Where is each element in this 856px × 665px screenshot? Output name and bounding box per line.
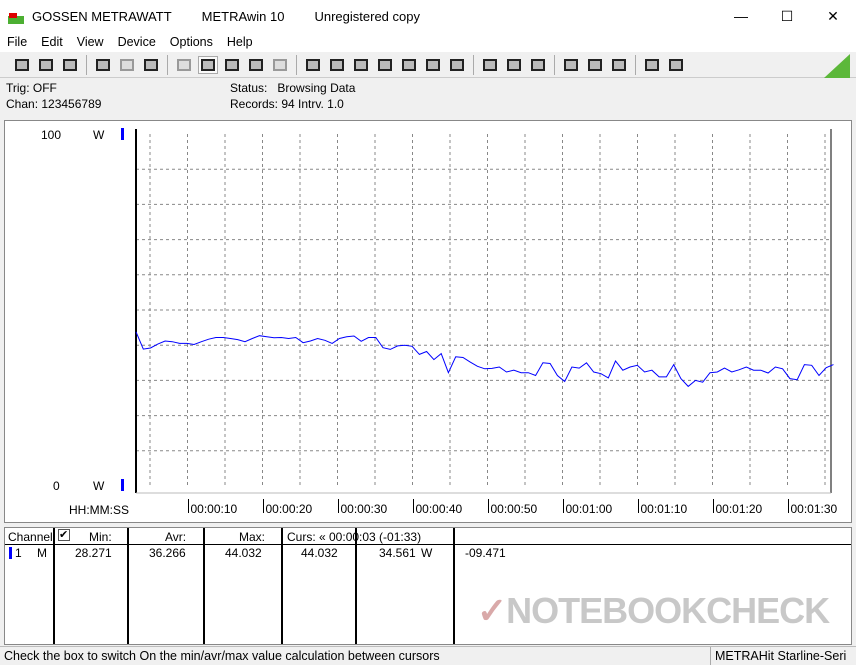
x-tick-label: 00:00:30 — [341, 502, 388, 516]
avr-value: 36.266 — [149, 546, 186, 560]
toolbar-separator — [554, 54, 555, 75]
import-icon[interactable] — [327, 56, 347, 74]
cursor-diff-value: -09.471 — [465, 546, 506, 560]
registration-title: Unregistered copy — [314, 8, 420, 24]
numeric-view-icon[interactable] — [174, 56, 194, 74]
transfer-icon[interactable] — [303, 56, 323, 74]
save-as-icon[interactable] — [36, 56, 56, 74]
menu-help[interactable]: Help — [220, 35, 260, 49]
chart-area[interactable]: 100 W 0 W HH:MM:SS 00:00:10 00:00:20 00:00… — [4, 120, 852, 523]
app-title: METRAwin 10 — [201, 8, 285, 24]
open-icon[interactable] — [60, 56, 80, 74]
cursor-unit: W — [421, 546, 433, 560]
channel-number: 1 — [15, 546, 22, 560]
header-channel: Channel: — [8, 530, 57, 544]
x-tick-label: 00:00:10 — [191, 502, 238, 516]
channel-table: Channel: ✔ Min: Avr: Max: Curs: « 00:00:… — [4, 527, 852, 645]
menu-edit[interactable]: Edit — [34, 35, 70, 49]
cursor2-value: 34.561 — [379, 546, 416, 560]
monitor-icon[interactable] — [375, 56, 395, 74]
menu-file[interactable]: File — [0, 35, 34, 49]
x-tick-label: 00:00:50 — [491, 502, 538, 516]
records-text: Records: 94 Intrv. 1.0 — [230, 97, 344, 111]
channel-color-marker — [9, 547, 12, 559]
channel-mode: M — [37, 546, 47, 560]
header-cursor: Curs: « 00:00:03 (-01:33) — [287, 530, 422, 544]
x-tick-label: 00:00:40 — [416, 502, 463, 516]
save-icon[interactable] — [12, 56, 32, 74]
chart-view-icon[interactable] — [198, 55, 218, 74]
waveform-icon[interactable] — [447, 56, 467, 74]
cursor-zoom-icon[interactable] — [642, 56, 662, 74]
x-tick-label: 00:00:20 — [266, 502, 313, 516]
toolbar — [0, 52, 856, 78]
channel-marker-top — [121, 128, 124, 140]
zoom-icon[interactable] — [504, 56, 524, 74]
x-tick-label: 00:01:10 — [641, 502, 688, 516]
x-tick-label: 00:01:00 — [566, 502, 613, 516]
menu-options[interactable]: Options — [163, 35, 220, 49]
status-bar: Check the box to switch On the min/avr/m… — [0, 646, 856, 665]
app-logo-icon — [8, 8, 24, 24]
cursor-icon[interactable] — [609, 56, 629, 74]
status-hint: Check the box to switch On the min/avr/m… — [4, 649, 440, 663]
print-preview-icon[interactable] — [585, 56, 605, 74]
status-triangle-icon — [824, 54, 850, 78]
data-series-line — [135, 331, 834, 388]
trig-text: Trig: OFF — [6, 81, 57, 95]
device-name: METRAHit Starline-Seri — [710, 647, 856, 665]
close-button[interactable]: ✕ — [810, 0, 856, 32]
chan-text: Chan: 123456789 — [6, 97, 102, 111]
cursor1-value: 44.032 — [301, 546, 338, 560]
min-max-checkbox[interactable]: ✔ — [58, 529, 70, 541]
header-max: Max: — [239, 530, 266, 544]
brand-title: GOSSEN METRAWATT — [32, 8, 172, 24]
menu-device[interactable]: Device — [111, 35, 163, 49]
toolbar-separator — [86, 54, 87, 75]
watermark-logo: ✓NOTEBOOKCHECK — [477, 590, 830, 631]
menu-view[interactable]: View — [70, 35, 111, 49]
status-value: Browsing Data — [277, 81, 356, 95]
header-min: Min: — [89, 530, 112, 544]
minimize-button[interactable]: — — [718, 0, 764, 32]
trigger-icon[interactable] — [480, 56, 500, 74]
title-bar: GOSSEN METRAWATT METRAwin 10 Unregistere… — [0, 0, 856, 32]
chart-svg: 00:00:10 00:00:20 00:00:30 00:00:40 00:00:50… — [121, 128, 838, 516]
toolbar-separator — [473, 54, 474, 75]
maximize-button[interactable]: ☐ — [764, 0, 810, 32]
min-value: 28.271 — [75, 546, 112, 560]
message-icon[interactable] — [666, 56, 686, 74]
status-label: Status: — [230, 81, 268, 95]
x-tick-label: 00:01:20 — [716, 502, 763, 516]
memory-read-icon[interactable] — [141, 56, 161, 74]
device-icon[interactable] — [423, 56, 443, 74]
status-info: Status: Browsing Data Records: 94 Intrv.… — [230, 80, 355, 112]
channel-marker-bottom — [121, 479, 124, 491]
header-avr: Avr: — [165, 530, 187, 544]
toolbar-separator — [296, 54, 297, 75]
trigger-info: Trig: OFF Chan: 123456789 — [6, 80, 101, 112]
target-icon[interactable] — [528, 56, 548, 74]
toolbar-separator — [635, 54, 636, 75]
function-icon[interactable] — [399, 56, 419, 74]
device-read-disabled-icon[interactable] — [117, 56, 137, 74]
xy-view-icon[interactable] — [222, 56, 242, 74]
device-read-icon[interactable] — [93, 56, 113, 74]
max-value: 44.032 — [225, 546, 262, 560]
toolbar-separator — [167, 54, 168, 75]
histogram-icon[interactable] — [270, 56, 290, 74]
table-view-icon[interactable] — [246, 56, 266, 74]
x-tick-label: 00:01:30 — [791, 502, 838, 516]
print-icon[interactable] — [561, 56, 581, 74]
menu-bar: File Edit View Device Options Help — [0, 32, 856, 52]
settings-icon[interactable] — [351, 56, 371, 74]
